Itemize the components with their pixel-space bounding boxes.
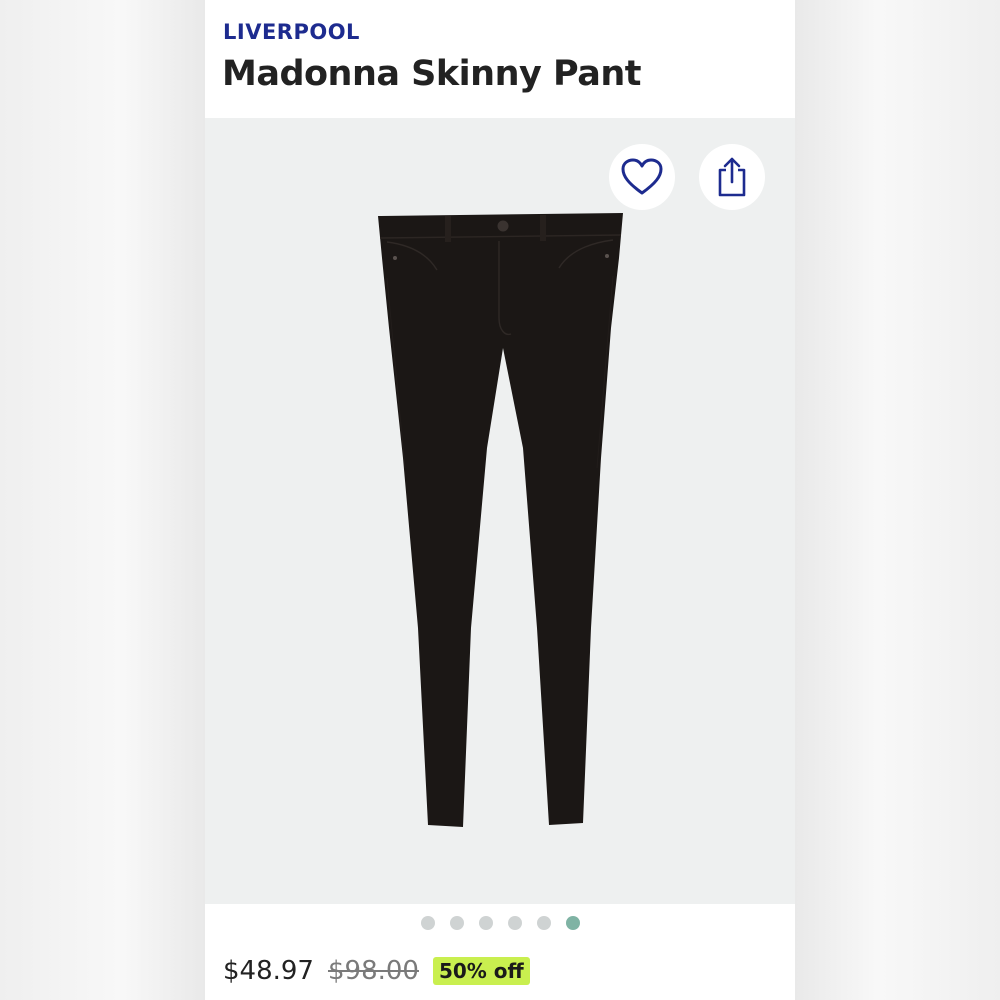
price-row: $48.97 $98.00 50% off <box>223 954 530 988</box>
product-image[interactable] <box>375 208 625 835</box>
carousel-dot[interactable] <box>420 916 435 930</box>
product-image-carousel[interactable] <box>205 118 795 904</box>
blurred-background-right <box>795 0 1000 1000</box>
favorite-button[interactable] <box>609 144 675 210</box>
product-card: LIVERPOOL Madonna Skinny Pant $48.97 $98… <box>205 0 795 1000</box>
share-button[interactable] <box>699 144 765 210</box>
original-price: $98.00 <box>327 956 419 986</box>
carousel-dot[interactable] <box>478 916 493 930</box>
product-title: Madonna Skinny Pant <box>222 54 641 94</box>
carousel-dot[interactable] <box>449 916 464 930</box>
carousel-indicator <box>205 916 795 934</box>
carousel-dot-active[interactable] <box>565 916 580 930</box>
blurred-background-left <box>0 0 205 1000</box>
share-icon <box>715 156 749 198</box>
heart-icon <box>620 157 664 197</box>
carousel-dot[interactable] <box>507 916 522 930</box>
discount-badge: 50% off <box>432 957 530 985</box>
sale-price: $48.97 <box>223 956 314 986</box>
carousel-dot[interactable] <box>536 916 551 930</box>
brand-name[interactable]: LIVERPOOL <box>223 20 360 44</box>
